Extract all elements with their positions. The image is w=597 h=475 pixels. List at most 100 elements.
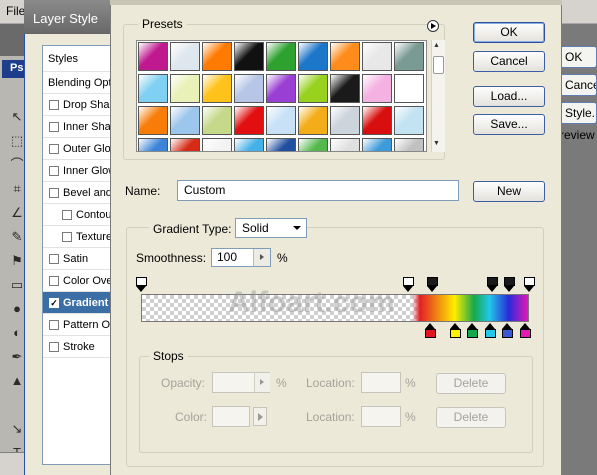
presets-swatch-grid xyxy=(136,40,427,152)
color-stop-marker[interactable] xyxy=(484,323,496,338)
gradient-preset-swatch[interactable] xyxy=(266,74,296,103)
gradient-preset-swatch[interactable] xyxy=(394,74,424,103)
color-swatch[interactable] xyxy=(212,406,250,427)
gradient-preset-swatch[interactable] xyxy=(298,138,328,151)
gradient-preset-swatch[interactable] xyxy=(266,42,296,71)
gradient-preset-swatch[interactable] xyxy=(234,74,264,103)
gradient-preset-swatch[interactable] xyxy=(234,138,264,151)
style-item-label: Stroke xyxy=(63,341,95,353)
gradient-preset-swatch[interactable] xyxy=(298,106,328,135)
opacity-stop-marker[interactable] xyxy=(486,277,498,292)
gradient-preset-swatch[interactable] xyxy=(234,42,264,71)
gradient-preset-swatch[interactable] xyxy=(202,74,232,103)
opacity-slider-arrow-icon[interactable] xyxy=(254,373,270,392)
bg-cancel-button[interactable]: Cancel xyxy=(560,74,597,96)
menu-file[interactable]: File xyxy=(6,4,25,18)
bg-preview-label[interactable]: review xyxy=(560,128,595,142)
color-location-label: Location: xyxy=(306,410,355,424)
gradient-preset-swatch[interactable] xyxy=(202,42,232,71)
smoothness-label: Smoothness: xyxy=(136,251,207,265)
scrollbar-thumb[interactable] xyxy=(433,56,444,74)
gradient-preset-swatch[interactable] xyxy=(298,74,328,103)
gradient-preset-swatch[interactable] xyxy=(330,138,360,151)
gradient-preset-swatch[interactable] xyxy=(234,106,264,135)
style-checkbox[interactable] xyxy=(49,100,59,110)
gradient-preset-swatch[interactable] xyxy=(330,106,360,135)
gradient-type-label: Gradient Type: xyxy=(149,222,236,236)
style-checkbox[interactable] xyxy=(49,188,59,198)
load-button[interactable]: Load... xyxy=(473,86,545,107)
watermark: Alfoart.com xyxy=(228,286,395,319)
toolbox-logo: Ps xyxy=(10,62,24,74)
style-checkbox[interactable]: ✓ xyxy=(49,298,59,308)
gradient-preset-swatch[interactable] xyxy=(330,42,360,71)
style-checkbox[interactable] xyxy=(49,320,59,330)
color-location-unit: % xyxy=(405,410,416,424)
new-button[interactable]: New xyxy=(473,181,545,202)
gradient-preset-swatch[interactable] xyxy=(266,106,296,135)
opacity-delete-button[interactable]: Delete xyxy=(436,373,506,394)
gradient-preset-swatch[interactable] xyxy=(138,42,168,71)
color-label: Color: xyxy=(175,410,208,424)
gradient-preset-swatch[interactable] xyxy=(266,138,296,151)
name-input[interactable]: Custom xyxy=(177,180,459,201)
gradient-preset-swatch[interactable] xyxy=(138,138,168,151)
layer-style-title: Layer Style xyxy=(33,11,99,26)
gradient-preset-swatch[interactable] xyxy=(170,42,200,71)
gradient-preset-swatch[interactable] xyxy=(202,106,232,135)
bg-ok-button[interactable]: OK xyxy=(560,46,597,68)
presets-menu-icon[interactable] xyxy=(427,20,439,32)
style-checkbox[interactable] xyxy=(49,122,59,132)
style-checkbox[interactable] xyxy=(49,276,59,286)
bg-style-button[interactable]: Style... xyxy=(560,102,597,124)
opacity-location-input[interactable] xyxy=(361,372,401,393)
gradient-preset-swatch[interactable] xyxy=(202,138,232,151)
color-location-input[interactable] xyxy=(361,406,401,427)
gradient-preset-swatch[interactable] xyxy=(362,138,392,151)
opacity-stop-marker[interactable] xyxy=(426,277,438,292)
scroll-down-icon[interactable]: ▼ xyxy=(433,140,440,147)
style-checkbox[interactable] xyxy=(49,342,59,352)
opacity-stop-marker[interactable] xyxy=(403,277,415,292)
color-stop-marker[interactable] xyxy=(467,323,479,338)
style-checkbox[interactable] xyxy=(62,210,72,220)
scroll-up-icon[interactable]: ▲ xyxy=(433,42,440,49)
color-stop-marker[interactable] xyxy=(519,323,531,338)
gradient-preset-swatch[interactable] xyxy=(394,138,424,151)
style-checkbox[interactable] xyxy=(49,254,59,264)
style-item-label: Satin xyxy=(63,253,89,265)
gradient-preset-swatch[interactable] xyxy=(138,106,168,135)
gradient-preset-swatch[interactable] xyxy=(170,74,200,103)
gradient-preset-swatch[interactable] xyxy=(170,138,200,151)
style-checkbox[interactable] xyxy=(62,232,72,242)
color-delete-button[interactable]: Delete xyxy=(436,407,506,428)
gradient-preset-swatch[interactable] xyxy=(362,106,392,135)
style-checkbox[interactable] xyxy=(49,144,59,154)
gradient-preset-swatch[interactable] xyxy=(298,42,328,71)
style-item-label: Inner Glow xyxy=(63,165,117,177)
stops-label: Stops xyxy=(149,349,188,363)
gradient-preset-swatch[interactable] xyxy=(362,42,392,71)
color-picker-arrow-icon[interactable] xyxy=(253,407,267,426)
save-button[interactable]: Save... xyxy=(473,114,545,135)
color-stop-marker[interactable] xyxy=(502,323,514,338)
smoothness-unit: % xyxy=(277,251,288,265)
opacity-stop-marker[interactable] xyxy=(135,277,147,292)
color-stop-marker[interactable] xyxy=(449,323,461,338)
gradient-type-select[interactable]: Solid xyxy=(235,218,307,238)
gradient-preset-swatch[interactable] xyxy=(330,74,360,103)
cancel-button[interactable]: Cancel xyxy=(473,51,545,72)
ok-button[interactable]: OK xyxy=(473,22,545,43)
opacity-stop-marker[interactable] xyxy=(504,277,516,292)
gradient-preset-swatch[interactable] xyxy=(394,106,424,135)
color-stop-marker[interactable] xyxy=(424,323,436,338)
presets-label: Presets xyxy=(138,17,187,31)
style-checkbox[interactable] xyxy=(49,166,59,176)
smoothness-slider-arrow-icon[interactable] xyxy=(253,249,270,266)
gradient-preset-swatch[interactable] xyxy=(394,42,424,71)
gradient-preset-swatch[interactable] xyxy=(170,106,200,135)
color-stops-row[interactable] xyxy=(136,323,534,341)
gradient-preset-swatch[interactable] xyxy=(362,74,392,103)
opacity-stop-marker[interactable] xyxy=(523,277,535,292)
gradient-preset-swatch[interactable] xyxy=(138,74,168,103)
